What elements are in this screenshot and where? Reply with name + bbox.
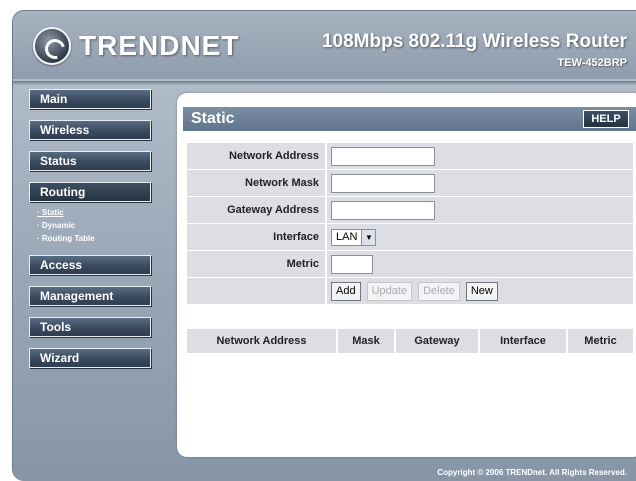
table-header-row: Network Address Mask Gateway Interface M… (187, 329, 633, 353)
metric-cell (325, 251, 633, 277)
sidebar-item-main[interactable]: Main (29, 89, 151, 109)
form-row-actions: Add Update Delete New (187, 278, 633, 305)
network-address-label: Network Address (187, 143, 325, 169)
static-route-form: Network Address Network Mask Gateway Add… (187, 143, 633, 305)
sidebar-item-access[interactable]: Access (29, 255, 151, 275)
form-row-network-address: Network Address (187, 143, 633, 170)
network-address-cell (325, 143, 633, 169)
trendnet-logo-icon (33, 27, 71, 65)
add-button[interactable]: Add (331, 281, 361, 301)
sidebar-item-status[interactable]: Status (29, 151, 151, 171)
interface-label: Interface (187, 224, 325, 250)
sidebar-item-wireless[interactable]: Wireless (29, 120, 151, 140)
brand-name: TRENDNET (79, 30, 240, 61)
delete-button[interactable]: Delete (418, 281, 460, 301)
product-title: 108Mbps 802.11g Wireless Router (321, 31, 627, 52)
column-mask: Mask (337, 329, 396, 353)
network-address-input[interactable] (331, 146, 435, 166)
subnav-item-routing-table-label: Routing Table (41, 234, 95, 243)
new-button[interactable]: New (465, 281, 498, 301)
footer: Copyright © 2006 TRENDnet. All Rights Re… (13, 463, 636, 481)
subnav-item-dynamic-label: Dynamic (41, 221, 76, 230)
interface-cell: LAN ▼ (325, 224, 633, 250)
network-mask-input[interactable] (331, 173, 435, 193)
sidebar-nav: Main Wireless Status Routing · Static · … (29, 89, 153, 379)
copyright-text: Copyright © 2006 TRENDnet. All Rights Re… (437, 468, 627, 477)
model-number: TEW-452BRP (557, 57, 627, 69)
form-row-gateway-address: Gateway Address (187, 197, 633, 224)
column-gateway: Gateway (395, 329, 480, 353)
update-button[interactable]: Update (366, 281, 413, 301)
actions-label-cell (187, 278, 325, 304)
subnav-item-dynamic[interactable]: · Dynamic (29, 219, 153, 232)
panel-title-bar: Static HELP (183, 107, 636, 131)
help-button[interactable]: HELP (583, 110, 629, 128)
actions-cell: Add Update Delete New (325, 278, 633, 304)
trendnet-logo: TRENDNET (33, 27, 239, 65)
static-route-table: Network Address Mask Gateway Interface M… (187, 329, 633, 353)
header: TRENDNET 108Mbps 802.11g Wireless Router… (13, 11, 636, 85)
sidebar-item-wizard[interactable]: Wizard (29, 348, 151, 368)
form-row-network-mask: Network Mask (187, 170, 633, 197)
column-metric: Metric (567, 329, 633, 353)
sidebar-item-management[interactable]: Management (29, 286, 151, 306)
column-interface: Interface (479, 329, 568, 353)
sidebar-item-tools[interactable]: Tools (29, 317, 151, 337)
page-title: Static (191, 110, 235, 127)
gateway-address-label: Gateway Address (187, 197, 325, 223)
subnav-item-static-label: Static (41, 208, 64, 217)
metric-input[interactable] (331, 254, 373, 274)
form-row-metric: Metric (187, 251, 633, 278)
static-route-panel: Static HELP Network Address Network Mask… (177, 93, 636, 457)
subnav-item-static[interactable]: · Static (29, 206, 153, 219)
interface-select[interactable]: LAN ▼ (331, 228, 377, 246)
network-mask-label: Network Mask (187, 170, 325, 196)
header-divider (13, 81, 636, 85)
form-row-interface: Interface LAN ▼ (187, 224, 633, 251)
gateway-address-cell (325, 197, 633, 223)
routing-subnav: · Static · Dynamic · Routing Table (29, 206, 153, 245)
network-mask-cell (325, 170, 633, 196)
gateway-address-input[interactable] (331, 200, 435, 220)
metric-label: Metric (187, 251, 325, 277)
chevron-down-icon: ▼ (361, 229, 376, 245)
interface-selected-value: LAN (336, 231, 358, 243)
column-network-address: Network Address (187, 329, 338, 353)
sidebar-item-routing[interactable]: Routing (29, 182, 151, 202)
subnav-item-routing-table[interactable]: · Routing Table (29, 232, 153, 245)
router-frame: TRENDNET 108Mbps 802.11g Wireless Router… (12, 10, 636, 481)
